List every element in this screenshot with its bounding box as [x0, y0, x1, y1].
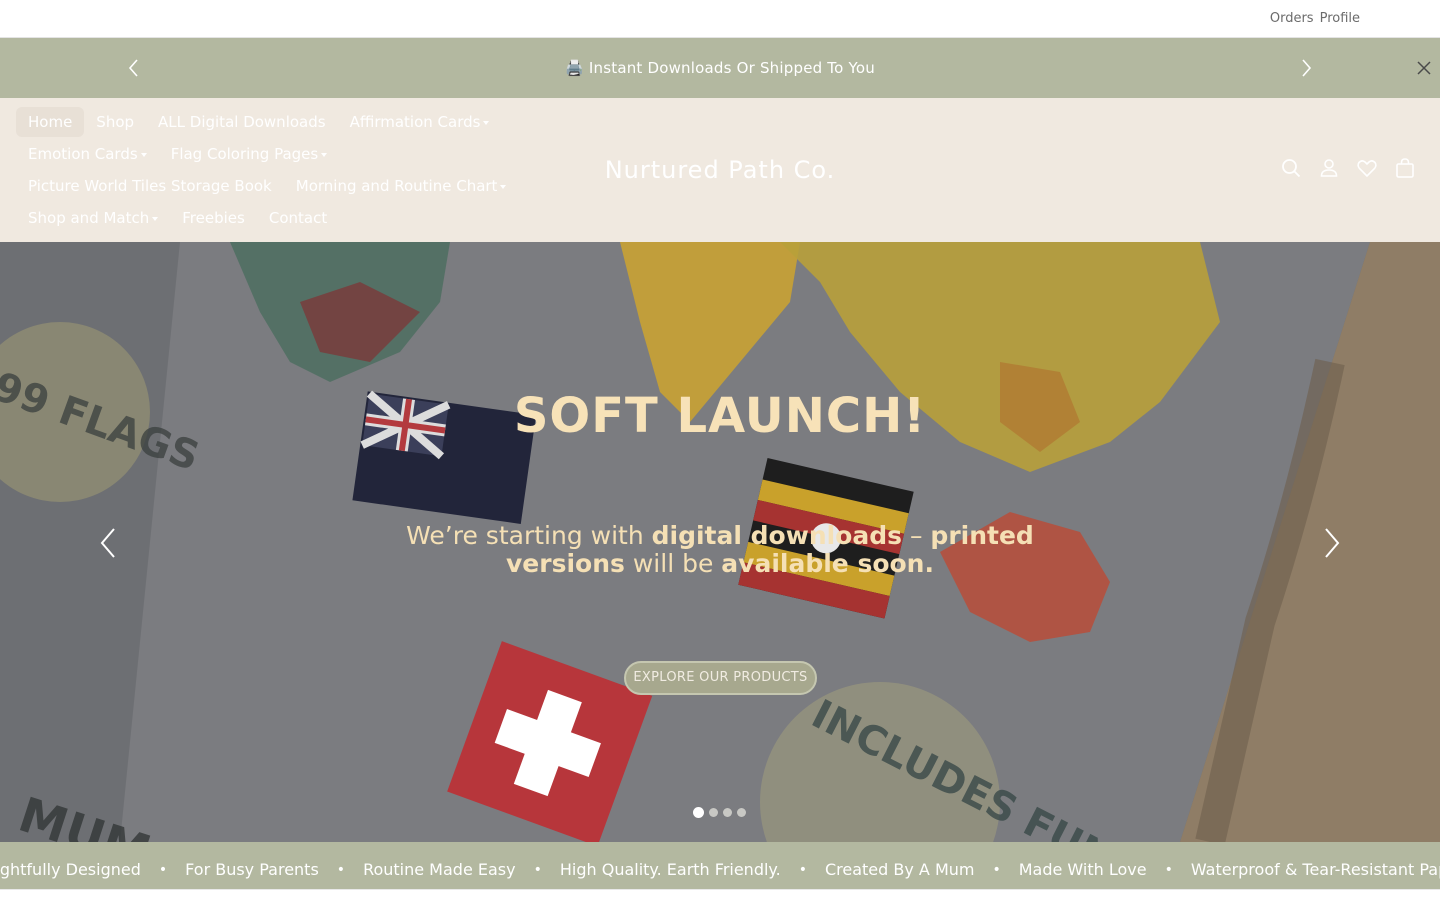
marquee-separator: • — [158, 861, 168, 878]
top-utility-bar: Orders Profile — [0, 0, 1440, 38]
site-header: Home Shop ALL Digital Downloads Affirmat… — [0, 98, 1440, 242]
page-bottom-edge — [0, 889, 1440, 900]
nav-item-contact[interactable]: Contact — [257, 203, 339, 233]
nav-item-home[interactable]: Home — [16, 107, 85, 137]
orders-link[interactable]: Orders — [1270, 11, 1314, 26]
nav-item-label: ALL Digital Downloads — [158, 113, 326, 131]
hero-subtitle: We’re starting with digital downloads – … — [360, 522, 1080, 578]
marquee-item-label: Routine Made Easy — [363, 860, 516, 879]
site-logo[interactable]: Nurtured Path Co. — [560, 156, 880, 184]
slider-dot-1[interactable] — [693, 807, 704, 818]
marquee-item-label: Made With Love — [1018, 860, 1147, 879]
hero-slider: 99 FLAGS INCLUDES FUN FA MUM SOFT LAUNCH… — [0, 242, 1440, 842]
slider-pagination — [693, 807, 746, 818]
marquee-item-label: Created By A Mum — [824, 860, 975, 879]
caret-down-icon — [152, 216, 159, 221]
marquee-item: Thoughtfully Designed • — [0, 860, 185, 879]
marquee-item-label: Waterproof & Tear-Resistant Paper — [1190, 860, 1440, 879]
announcement-next-arrow-icon[interactable] — [1296, 57, 1316, 79]
nav-item-all-digital-downloads[interactable]: ALL Digital Downloads — [146, 107, 338, 137]
marquee-item: Created By A Mum • — [825, 860, 1019, 879]
nav-item-label: Emotion Cards — [28, 145, 138, 163]
header-actions — [1280, 157, 1416, 179]
marquee-item-label: High Quality. Earth Friendly. — [559, 860, 781, 879]
caret-down-icon — [321, 152, 328, 157]
slider-dot-3[interactable] — [723, 808, 732, 817]
nav-item-morning-routine-chart[interactable]: Morning and Routine Chart — [284, 171, 519, 201]
nav-item-label: Flag Coloring Pages — [170, 145, 319, 163]
slider-dot-2[interactable] — [709, 808, 718, 817]
wishlist-heart-icon[interactable] — [1356, 157, 1378, 179]
search-icon[interactable] — [1280, 157, 1302, 179]
nav-row: Picture World Tiles Storage Book Morning… — [16, 170, 556, 202]
account-icon[interactable] — [1318, 157, 1340, 179]
nav-row: Shop and Match Freebies Contact — [16, 202, 556, 234]
marquee-item: For Busy Parents • — [185, 860, 363, 879]
announcement-bar: 🖨️ Instant Downloads Or Shipped To You — [0, 38, 1440, 98]
nav-item-label: Contact — [268, 209, 328, 227]
marquee-separator: • — [1164, 861, 1173, 878]
marquee-separator: • — [533, 861, 542, 878]
nav-item-label: Shop and Match — [28, 209, 150, 227]
nav-row: Emotion Cards Flag Coloring Pages — [16, 138, 556, 170]
nav-item-label: Home — [28, 113, 73, 131]
marquee-item: Routine Made Easy • — [363, 860, 560, 879]
nav-row: Home Shop ALL Digital Downloads Affirmat… — [16, 106, 556, 138]
nav-item-label: Picture World Tiles Storage Book — [28, 177, 272, 195]
profile-link[interactable]: Profile — [1320, 11, 1360, 26]
nav-item-label: Freebies — [182, 209, 245, 227]
caret-down-icon — [500, 184, 507, 189]
marquee-item: Made With Love • — [1019, 860, 1191, 879]
close-icon[interactable] — [1414, 58, 1434, 78]
hero-title: SOFT LAUNCH! — [513, 388, 927, 444]
hero-subtitle-part: will be — [624, 549, 722, 578]
cart-bag-icon[interactable] — [1394, 157, 1416, 179]
nav-item-label: Morning and Routine Chart — [295, 177, 498, 195]
marquee-separator: • — [798, 861, 807, 878]
nav-item-shop[interactable]: Shop — [84, 107, 146, 137]
caret-down-icon — [140, 152, 147, 157]
marquee-item: High Quality. Earth Friendly. • — [560, 860, 825, 879]
marquee-item: Waterproof & Tear-Resistant Paper• — [1191, 860, 1440, 879]
nav-item-picture-world-tiles[interactable]: Picture World Tiles Storage Book — [16, 171, 284, 201]
features-marquee: Thoughtfully Designed • For Busy Parents •… — [0, 842, 1440, 889]
nav-item-label: Affirmation Cards — [349, 113, 481, 131]
nav-item-affirmation-cards[interactable]: Affirmation Cards — [338, 107, 502, 137]
marquee-item-label: Thoughtfully Designed — [0, 860, 141, 879]
slider-prev-arrow-icon[interactable] — [96, 526, 120, 560]
caret-down-icon — [483, 120, 490, 125]
nav-item-flag-coloring-pages[interactable]: Flag Coloring Pages — [159, 139, 340, 169]
announcement-text: 🖨️ Instant Downloads Or Shipped To You — [565, 59, 875, 77]
slider-next-arrow-icon[interactable] — [1320, 526, 1344, 560]
account-links: Orders Profile — [1270, 11, 1360, 26]
nav-item-emotion-cards[interactable]: Emotion Cards — [16, 139, 159, 169]
marquee-item-label: For Busy Parents — [185, 860, 319, 879]
marquee-separator: • — [336, 861, 346, 878]
explore-products-button[interactable]: EXPLORE OUR PRODUCTS — [624, 661, 817, 695]
hero-subtitle-highlight: digital downloads — [651, 521, 903, 550]
nav-item-label: Shop — [96, 113, 135, 131]
nav-item-freebies[interactable]: Freebies — [170, 203, 257, 233]
hero-subtitle-part: – — [902, 521, 931, 550]
nav-item-shop-and-match[interactable]: Shop and Match — [16, 203, 170, 233]
marquee-track: Thoughtfully Designed • For Busy Parents •… — [0, 860, 1440, 879]
hero-subtitle-highlight: available soon. — [721, 549, 934, 578]
main-navigation: Home Shop ALL Digital Downloads Affirmat… — [16, 106, 556, 234]
slider-dot-4[interactable] — [737, 808, 746, 817]
hero-subtitle-part: We’re starting with — [406, 521, 652, 550]
marquee-separator: • — [992, 861, 1001, 878]
